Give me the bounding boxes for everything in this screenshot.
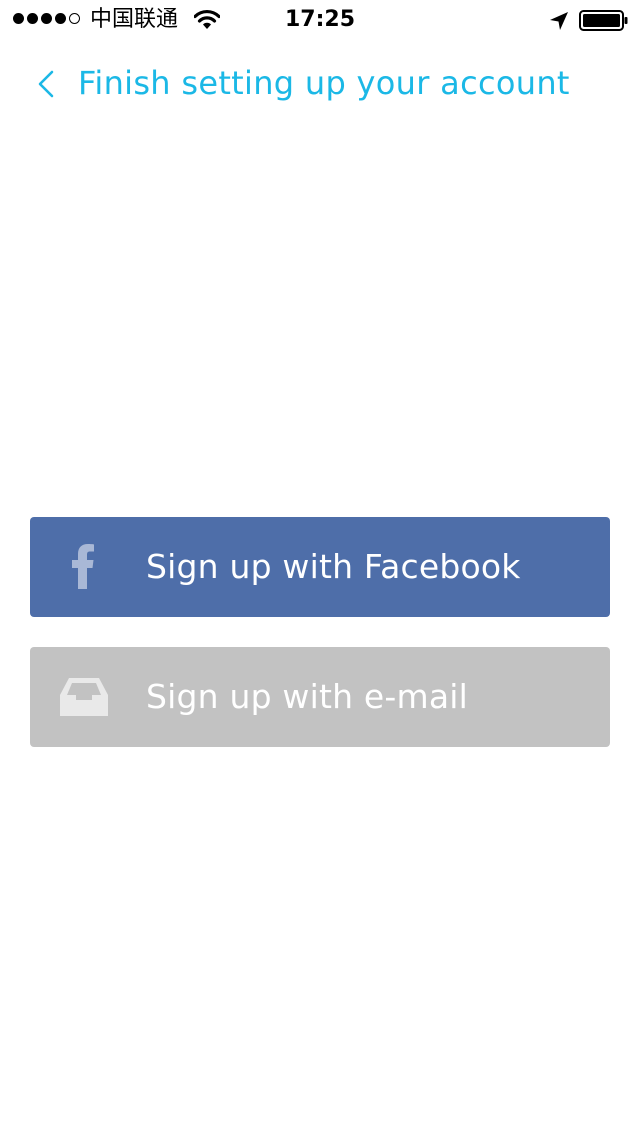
facebook-signup-button[interactable]: Sign up with Facebook — [30, 517, 610, 617]
inbox-tray-icon — [58, 673, 110, 721]
facebook-signup-label: Sign up with Facebook — [146, 547, 521, 586]
page-title: Finish setting up your account — [78, 64, 570, 102]
navigation-bar: Finish setting up your account — [0, 40, 640, 128]
chevron-left-icon[interactable] — [36, 69, 56, 103]
battery-icon — [579, 10, 629, 36]
location-arrow-icon — [548, 10, 570, 36]
facebook-icon — [58, 543, 110, 591]
email-signup-label: Sign up with e-mail — [146, 677, 469, 716]
email-signup-button[interactable]: Sign up with e-mail — [30, 647, 610, 747]
status-bar: 中国联通 17:25 — [0, 0, 640, 40]
clock: 17:25 — [284, 7, 356, 32]
